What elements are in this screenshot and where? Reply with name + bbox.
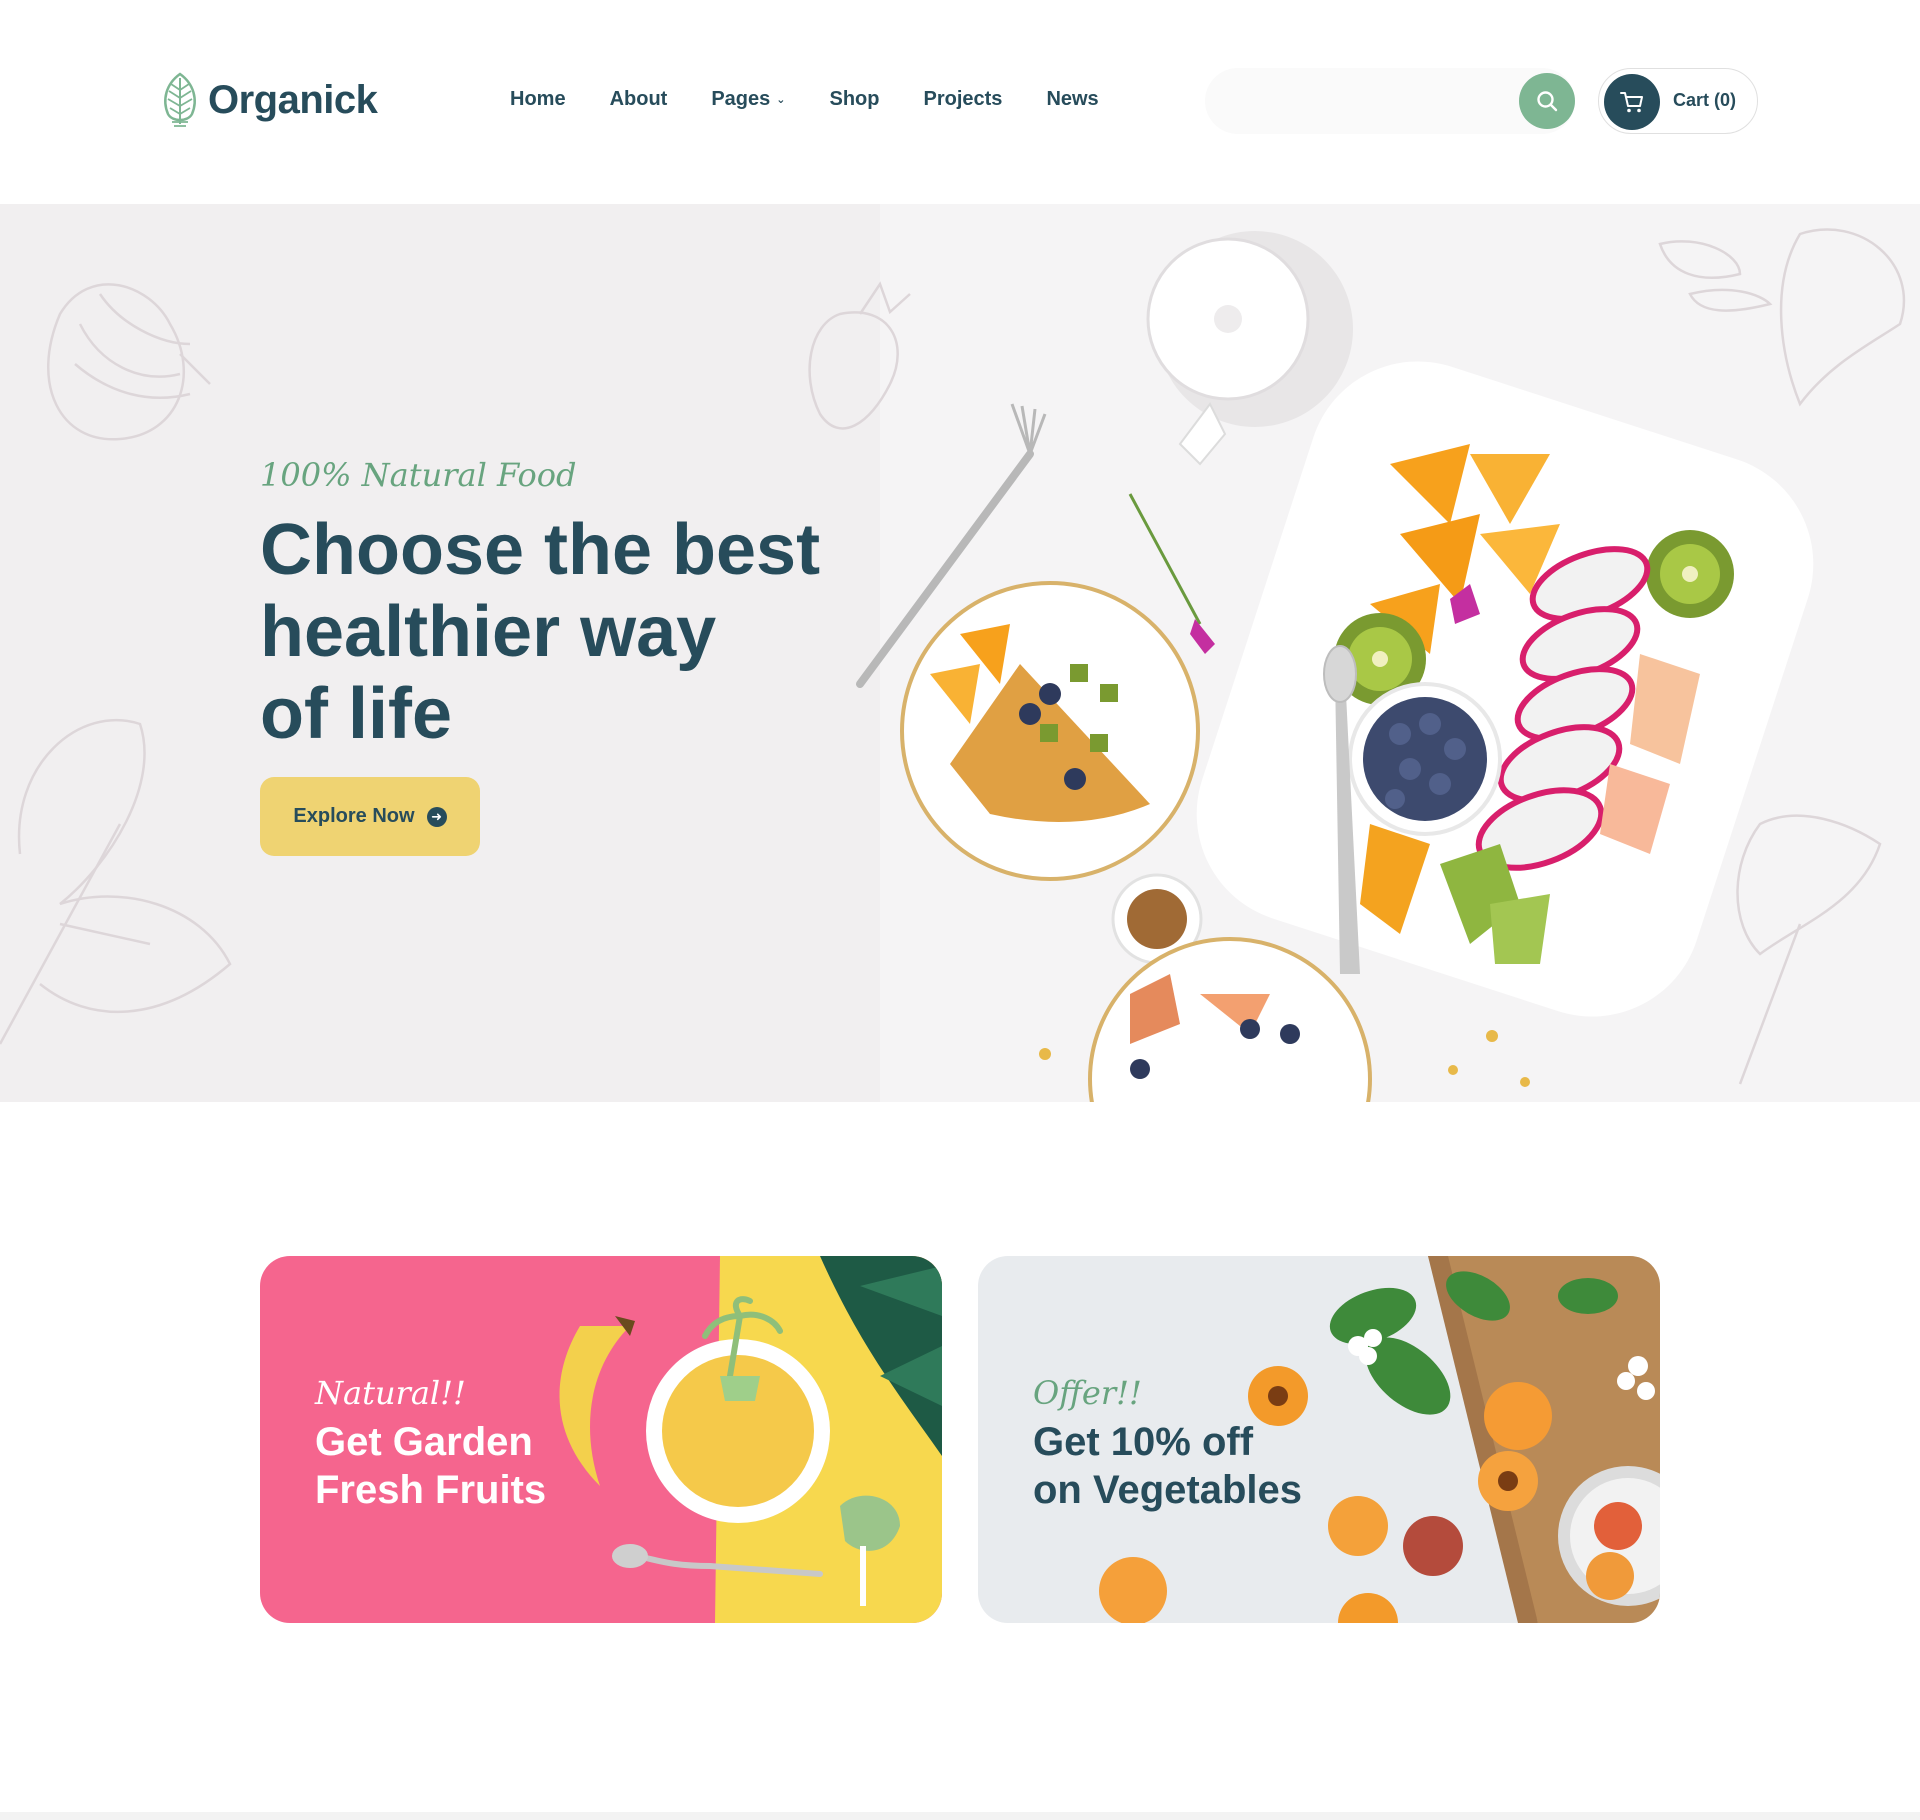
arrow-right-icon: ➜ <box>426 806 447 827</box>
main-nav: Home About Pages ⌄ Shop Projects News <box>510 88 1143 111</box>
nav-projects[interactable]: Projects <box>924 88 1003 111</box>
brand-logo[interactable]: Organick <box>160 72 378 128</box>
nav-pages-label: Pages <box>711 88 771 110</box>
nav-shop[interactable]: Shop <box>830 88 880 111</box>
offer-title-line: Get 10% off <box>1033 1420 1254 1464</box>
offer-title-line: on Vegetables <box>1033 1468 1302 1512</box>
hero-banner: 100% Natural Food Choose the best health… <box>0 204 1920 1102</box>
offer-card-vegetables[interactable]: Offer!! Get 10% off on Vegetables <box>978 1256 1660 1623</box>
hero-title-line: of life <box>260 674 452 754</box>
nav-about-label: About <box>609 88 668 110</box>
nav-about[interactable]: About <box>610 88 668 111</box>
offer-title: Get 10% off on Vegetables <box>1033 1418 1353 1514</box>
nav-shop-label: Shop <box>829 88 880 110</box>
offer-title-line: Get Garden <box>315 1420 533 1464</box>
nav-home[interactable]: Home <box>510 88 566 111</box>
explore-now-label: Explore Now <box>293 805 415 827</box>
brand-name: Organick <box>208 77 378 122</box>
cart-icon-button[interactable] <box>1604 74 1660 130</box>
offer-title-line: Fresh Fruits <box>315 1468 547 1512</box>
explore-now-button[interactable]: Explore Now ➜ <box>260 777 480 856</box>
doodle-onion-icon <box>46 283 211 441</box>
nav-projects-label: Projects <box>923 88 1003 110</box>
nav-news-label: News <box>1046 88 1099 110</box>
cart-icon <box>1620 92 1643 113</box>
nav-pages[interactable]: Pages ⌄ <box>711 88 785 111</box>
search-icon <box>1537 91 1558 112</box>
hero-title: Choose the best healthier way of life <box>260 509 880 755</box>
nav-home-label: Home <box>510 88 566 110</box>
hero-title-line: Choose the best <box>260 510 821 590</box>
offer-tag: Natural!! <box>315 1374 466 1412</box>
offer-title: Get Garden Fresh Fruits <box>315 1418 635 1514</box>
cart-label[interactable]: Cart (0) <box>1673 90 1736 111</box>
site-header: Organick Home About Pages ⌄ Shop Projects… <box>0 0 1920 204</box>
hero-title-line: healthier way <box>260 592 717 672</box>
offer-card-fruits[interactable]: Natural!! Get Garden Fresh Fruits <box>260 1256 942 1623</box>
nav-news[interactable]: News <box>1046 88 1098 111</box>
offer-tag: Offer!! <box>1033 1374 1142 1412</box>
search-button[interactable] <box>1519 73 1575 129</box>
section-divider <box>0 1812 1920 1820</box>
chevron-down-icon: ⌄ <box>776 94 786 106</box>
leaf-logo-icon <box>164 72 196 127</box>
hero-tagline: 100% Natural Food <box>260 456 577 494</box>
